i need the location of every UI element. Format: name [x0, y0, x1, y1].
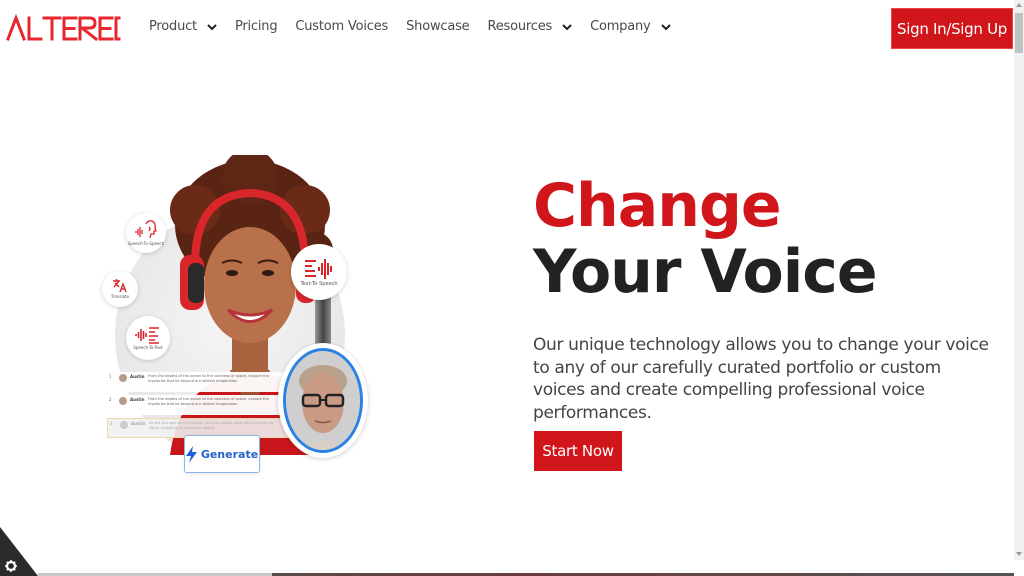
- scrollbar-thumb[interactable]: [1015, 13, 1023, 53]
- man-portrait-image: [283, 348, 363, 453]
- nav-item-resources[interactable]: Resources: [487, 19, 572, 34]
- nav-label: Showcase: [406, 19, 470, 34]
- speaker-avatar: [120, 421, 128, 429]
- page-scrollbar[interactable]: [1014, 0, 1024, 560]
- nav-label: Company: [590, 19, 651, 34]
- script-text: From the depths of the ocean to the vast…: [148, 374, 269, 383]
- nav-label: Product: [149, 19, 197, 34]
- altered-logo[interactable]: [6, 13, 122, 43]
- man-face-graphic: [286, 351, 360, 450]
- lightning-icon: [185, 445, 197, 463]
- nav-item-company[interactable]: Company: [590, 19, 671, 34]
- scroll-down-arrow-icon[interactable]: [1016, 552, 1022, 556]
- feature-speech-to-speech: Speech-To-Speech: [126, 213, 166, 253]
- translate-icon: [113, 279, 127, 293]
- speaker-name: Austin: [130, 374, 145, 379]
- chevron-down-icon: [207, 23, 217, 30]
- generate-label: Generate: [200, 447, 259, 461]
- nav-label: Custom Voices: [295, 19, 389, 34]
- chevron-down-icon: [660, 23, 671, 30]
- speaker-avatar: [119, 374, 127, 382]
- script-row[interactable]: 1 Austin From the depths of the ocean to…: [107, 372, 292, 392]
- feature-speech-to-text: Speech-To-Text: [126, 316, 170, 360]
- cookie-settings-button[interactable]: [0, 527, 38, 576]
- scroll-up-arrow-icon[interactable]: [1016, 3, 1022, 7]
- feature-label: Speech-To-Speech: [127, 241, 165, 246]
- feature-label: Speech-To-Text: [133, 345, 163, 350]
- script-panel: 1 Austin From the depths of the ocean to…: [107, 372, 292, 440]
- speaker-name: Austin: [130, 397, 145, 402]
- nav-label: Resources: [487, 19, 553, 34]
- script-row[interactable]: 2 Austin From the depths of the ocean to…: [107, 395, 292, 415]
- hero-title-your-voice: Your Voice: [533, 237, 878, 307]
- generate-button[interactable]: Generate: [184, 435, 260, 473]
- voice-avatar-man: [278, 343, 368, 458]
- hero-illustration: Speech-To-Speech Translate Speech-To-Tex…: [95, 150, 385, 480]
- main-nav: Product Pricing Custom Voices Showcase R…: [149, 19, 689, 34]
- nav-item-showcase[interactable]: Showcase: [406, 19, 470, 34]
- nav-item-product[interactable]: Product: [149, 19, 217, 34]
- chevron-down-icon: [562, 23, 572, 30]
- speech-to-text-icon: [135, 327, 159, 344]
- hero-description: Our unique technology allows you to chan…: [533, 335, 989, 423]
- text-to-speech-icon: [305, 258, 332, 279]
- sign-in-button[interactable]: Sign In/Sign Up: [891, 8, 1013, 49]
- speaker-avatar: [119, 397, 127, 405]
- row-number: 1: [109, 374, 112, 379]
- speech-to-speech-icon: [135, 220, 157, 239]
- feature-text-to-speech: Text-To-Speech: [291, 244, 347, 300]
- feature-translate: Translate: [102, 271, 138, 307]
- hero-title-change: Change: [533, 171, 782, 241]
- speaker-name: Austin: [131, 421, 146, 426]
- row-number: 2: [109, 397, 112, 402]
- nav-item-custom-voices[interactable]: Custom Voices: [295, 19, 388, 34]
- script-text: From the depths of the ocean to the vast…: [148, 397, 269, 406]
- start-now-button[interactable]: Start Now: [534, 431, 622, 471]
- feature-label: Translate: [110, 294, 130, 299]
- nav-item-pricing[interactable]: Pricing: [234, 19, 278, 34]
- site-header: Product Pricing Custom Voices Showcase R…: [0, 0, 1014, 58]
- script-text: As the sun sets on the horizon, the city…: [149, 421, 274, 430]
- row-number: 3: [110, 421, 113, 426]
- feature-label: Text-To-Speech: [300, 280, 338, 287]
- nav-label: Pricing: [234, 19, 278, 34]
